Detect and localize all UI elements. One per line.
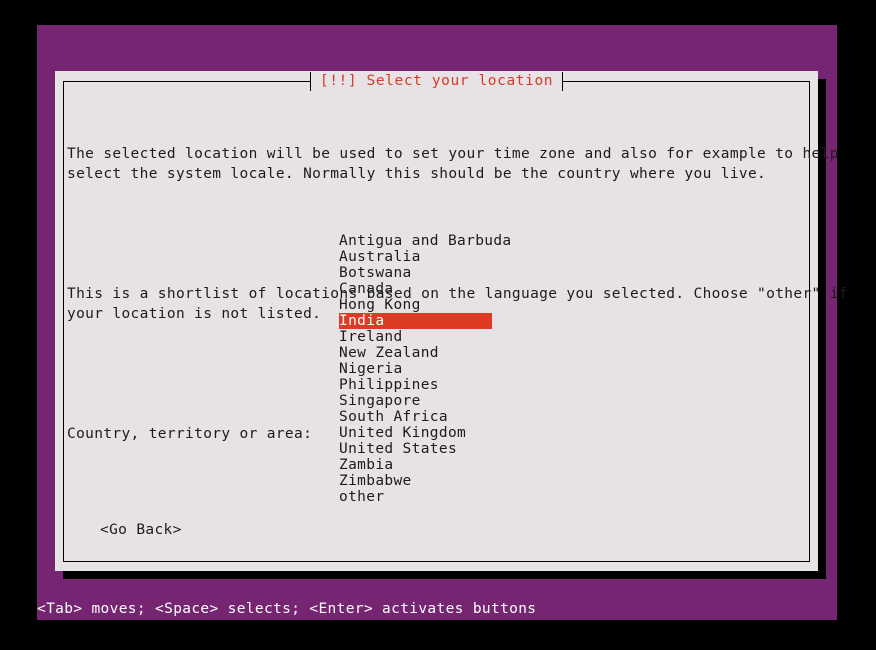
list-item[interactable]: United States bbox=[339, 441, 569, 457]
country-option-india[interactable]: India bbox=[339, 313, 492, 329]
country-option-singapore[interactable]: Singapore bbox=[339, 393, 421, 409]
country-option-ireland[interactable]: Ireland bbox=[339, 329, 403, 345]
list-item[interactable]: Ireland bbox=[339, 329, 569, 345]
country-option-hong-kong[interactable]: Hong Kong bbox=[339, 297, 421, 313]
country-option-canada[interactable]: Canada bbox=[339, 281, 393, 297]
list-item[interactable]: Hong Kong bbox=[339, 297, 569, 313]
country-option-united-states[interactable]: United States bbox=[339, 441, 457, 457]
list-item-selected[interactable]: India bbox=[339, 313, 569, 329]
list-item[interactable]: Singapore bbox=[339, 393, 569, 409]
country-option-nigeria[interactable]: Nigeria bbox=[339, 361, 403, 377]
list-item[interactable]: Nigeria bbox=[339, 361, 569, 377]
list-item[interactable]: Antigua and Barbuda bbox=[339, 233, 569, 249]
country-option-united-kingdom[interactable]: United Kingdom bbox=[339, 425, 466, 441]
list-item[interactable]: Australia bbox=[339, 249, 569, 265]
country-option-south-africa[interactable]: South Africa bbox=[339, 409, 448, 425]
country-option-zimbabwe[interactable]: Zimbabwe bbox=[339, 473, 412, 489]
country-option-other[interactable]: other bbox=[339, 489, 384, 505]
keyboard-help-text: <Tab> moves; <Space> selects; <Enter> ac… bbox=[37, 601, 537, 617]
country-option-antigua-and-barbuda[interactable]: Antigua and Barbuda bbox=[339, 233, 512, 249]
list-item[interactable]: Zimbabwe bbox=[339, 473, 569, 489]
country-option-philippines[interactable]: Philippines bbox=[339, 377, 439, 393]
list-item[interactable]: Canada bbox=[339, 281, 569, 297]
list-item[interactable]: South Africa bbox=[339, 409, 569, 425]
list-item[interactable]: Botswana bbox=[339, 265, 569, 281]
country-option-botswana[interactable]: Botswana bbox=[339, 265, 412, 281]
country-list[interactable]: Antigua and Barbuda Australia Botswana C… bbox=[339, 233, 569, 505]
list-item[interactable]: other bbox=[339, 489, 569, 505]
screen: [!!] Select your location The selected l… bbox=[0, 0, 876, 650]
go-back-button[interactable]: <Go Back> bbox=[100, 521, 182, 539]
country-option-new-zealand[interactable]: New Zealand bbox=[339, 345, 439, 361]
status-bar: <Tab> moves; <Space> selects; <Enter> ac… bbox=[37, 599, 837, 620]
description-paragraph-1: The selected location will be used to se… bbox=[67, 146, 838, 182]
list-item[interactable]: Zambia bbox=[339, 457, 569, 473]
list-item[interactable]: United Kingdom bbox=[339, 425, 569, 441]
country-option-zambia[interactable]: Zambia bbox=[339, 457, 393, 473]
list-item[interactable]: New Zealand bbox=[339, 345, 569, 361]
list-item[interactable]: Philippines bbox=[339, 377, 569, 393]
country-option-australia[interactable]: Australia bbox=[339, 249, 421, 265]
